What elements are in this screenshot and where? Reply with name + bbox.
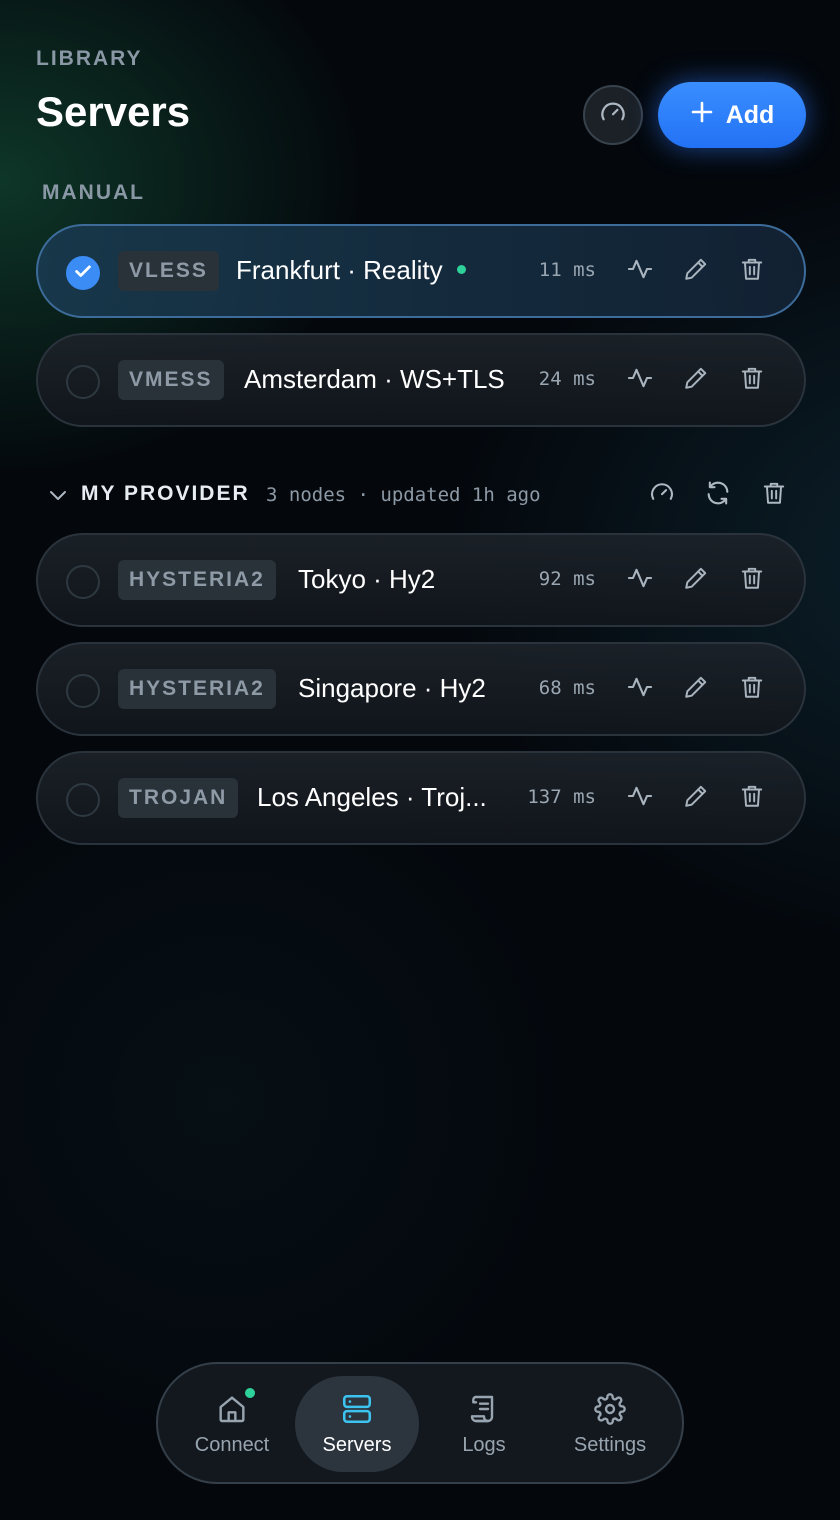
server-row[interactable]: VMESS Amsterdam · WS+TLS 24 ms [36,333,806,427]
server-row[interactable]: HYSTERIA2 Singapore · Hy2 68 ms [36,642,806,736]
chevron-down-icon[interactable] [46,483,70,512]
server-name: Frankfurt · Reality [236,255,443,285]
trash-icon [739,674,765,705]
protocol-badge: HYSTERIA2 [118,560,276,600]
edit-button[interactable] [680,782,712,814]
home-icon [215,1387,255,1426]
ping-button[interactable] [624,564,656,596]
edit-button[interactable] [680,364,712,396]
selected-radio[interactable] [66,256,100,290]
protocol-badge: VMESS [118,360,224,400]
pencil-icon [683,783,709,814]
delete-button[interactable] [736,364,768,396]
latency-value: 11 ms [538,259,596,281]
delete-button[interactable] [736,782,768,814]
speedometer-icon [598,98,628,133]
add-server-button[interactable]: Add [658,82,806,148]
unselected-radio[interactable] [66,365,100,399]
manual-section-label: MANUAL [42,181,145,204]
latency-value: 92 ms [538,568,596,590]
delete-button[interactable] [736,255,768,287]
trash-icon [761,480,787,511]
tab-label: Logs [462,1433,506,1456]
tab-logs[interactable]: Logs [422,1376,546,1472]
pencil-icon [683,674,709,705]
latency-value: 137 ms [527,786,596,808]
ping-button[interactable] [624,673,656,705]
provider-meta: 3 nodes · updated 1h ago [266,484,541,506]
delete-button[interactable] [736,564,768,596]
server-row[interactable]: VLESS Frankfurt · Reality 11 ms [36,224,806,318]
ping-button[interactable] [624,255,656,287]
trash-icon [739,365,765,396]
server-name: Amsterdam · WS+TLS [244,364,505,394]
tab-servers[interactable]: Servers [295,1376,419,1472]
pencil-icon [683,256,709,287]
edit-button[interactable] [680,564,712,596]
unselected-radio[interactable] [66,783,100,817]
pulse-icon [626,673,654,706]
server-name: Singapore · Hy2 [298,673,486,703]
trash-icon [739,256,765,287]
server-name: Los Angeles · Troj... [257,782,487,812]
provider-delete-button[interactable] [759,480,789,510]
connection-status-dot [245,1387,255,1398]
pencil-icon [683,565,709,596]
library-eyebrow: LIBRARY [36,47,143,70]
provider-name: MY PROVIDER [81,482,250,505]
speedometer-icon [648,479,676,512]
trash-icon [739,783,765,814]
refresh-icon [704,479,732,512]
edit-button[interactable] [680,255,712,287]
pulse-icon [626,255,654,288]
pulse-icon [626,564,654,597]
tab-label: Servers [322,1433,392,1456]
unselected-radio[interactable] [66,674,100,708]
protocol-badge: HYSTERIA2 [118,669,276,709]
server-row[interactable]: HYSTERIA2 Tokyo · Hy2 92 ms [36,533,806,627]
online-indicator [456,264,466,274]
provider-speed-test-button[interactable] [647,480,677,510]
check-icon [72,260,94,287]
tab-label: Settings [573,1433,647,1456]
protocol-badge: VLESS [118,251,219,291]
page-title: Servers [36,88,191,135]
provider-group-header[interactable]: MY PROVIDER 3 nodes · updated 1h ago [44,480,804,510]
scroll-icon [467,1392,501,1426]
ping-button[interactable] [624,364,656,396]
tab-label: Connect [194,1433,270,1456]
gear-icon [593,1392,627,1426]
ping-button[interactable] [624,782,656,814]
edit-button[interactable] [680,673,712,705]
protocol-badge: TROJAN [118,778,239,818]
server-name: Tokyo · Hy2 [298,564,436,594]
latency-value: 68 ms [538,677,596,699]
tab-connect[interactable]: Connect [170,1376,294,1472]
unselected-radio[interactable] [66,565,100,599]
plus-icon [690,100,714,131]
trash-icon [739,565,765,596]
provider-refresh-button[interactable] [703,480,733,510]
speed-test-all-button[interactable] [583,85,643,145]
add-button-label: Add [725,100,775,129]
bottom-tab-bar: Connect Servers Logs Settings [156,1362,684,1484]
pencil-icon [683,365,709,396]
pulse-icon [626,782,654,815]
pulse-icon [626,364,654,397]
latency-value: 24 ms [538,368,596,390]
server-row[interactable]: TROJAN Los Angeles · Troj... 137 ms [36,751,806,845]
server-icon [340,1392,374,1426]
delete-button[interactable] [736,673,768,705]
tab-settings[interactable]: Settings [548,1376,672,1472]
